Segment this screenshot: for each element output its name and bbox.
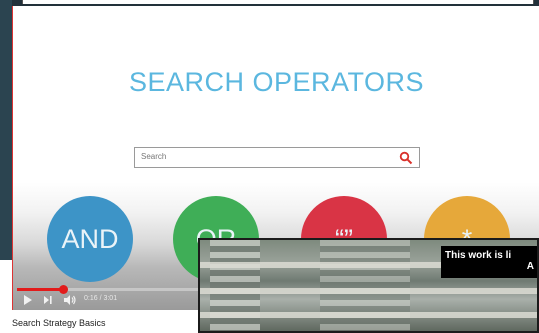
progress-fill xyxy=(17,288,63,291)
overlay-video-window[interactable]: This work is li A xyxy=(198,238,539,333)
play-icon[interactable] xyxy=(23,294,33,306)
slide-title: SEARCH OPERATORS xyxy=(128,67,425,97)
window-frame-left xyxy=(0,0,12,260)
balcony xyxy=(200,312,537,318)
license-text: This work is li xyxy=(445,250,512,261)
volume-icon[interactable] xyxy=(63,294,77,306)
license-text-2: A xyxy=(526,261,534,272)
search-placeholder: Search xyxy=(141,152,167,161)
search-icon xyxy=(399,151,413,165)
license-banner: This work is li A xyxy=(441,246,537,278)
slide-search-box: Search xyxy=(134,147,420,168)
operator-and-circle: AND xyxy=(47,196,133,282)
window-frame-top-gap xyxy=(22,0,534,4)
next-icon[interactable] xyxy=(43,294,53,306)
balcony xyxy=(200,288,537,294)
video-title[interactable]: Search Strategy Basics xyxy=(12,318,106,328)
time-readout: 0:16 / 3:01 xyxy=(84,295,118,302)
